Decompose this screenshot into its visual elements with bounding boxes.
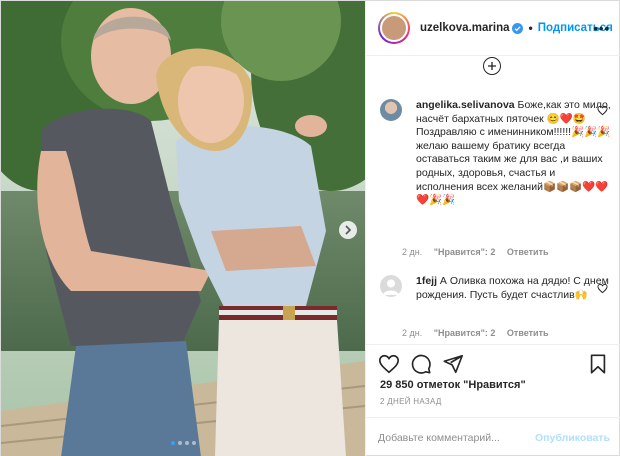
separator: • xyxy=(528,21,533,35)
comment-icon[interactable] xyxy=(410,353,432,375)
carousel-dot xyxy=(184,441,189,445)
avatar[interactable] xyxy=(380,275,402,297)
comment-username[interactable]: angelika.selivanova xyxy=(416,99,515,111)
carousel-dot xyxy=(170,441,175,445)
instagram-post: uzelkova.marina • Подписаться ••• angeli… xyxy=(0,0,620,456)
bookmark-icon[interactable] xyxy=(587,353,609,375)
comment-text-block: 1fejj А Оливка похожа на дядю! С днем ро… xyxy=(416,275,612,302)
verified-icon xyxy=(512,22,524,34)
comment-text-block: angelika.selivanova Боже,как это мило, н… xyxy=(416,99,612,208)
chevron-right-icon xyxy=(345,225,352,235)
comment-text: А Оливка похожа на дядю! С днем рождения… xyxy=(416,275,609,301)
plus-icon xyxy=(488,62,496,70)
comment-time: 2 дн. xyxy=(402,247,423,257)
heart-icon[interactable] xyxy=(378,353,400,375)
post-header: uzelkova.marina • Подписаться ••• xyxy=(366,1,620,56)
reply-button[interactable]: Ответить xyxy=(507,247,549,257)
avatar[interactable] xyxy=(380,99,402,121)
comment-likes[interactable]: "Нравится": 2 xyxy=(434,247,496,257)
comment-username[interactable]: 1fejj xyxy=(416,275,437,287)
heart-icon[interactable] xyxy=(597,283,608,294)
divider xyxy=(366,344,620,345)
carousel-indicator xyxy=(1,441,365,445)
post-side-panel: uzelkova.marina • Подписаться ••• angeli… xyxy=(365,1,620,456)
next-slide-button[interactable] xyxy=(339,221,357,239)
heart-icon[interactable] xyxy=(597,105,608,116)
reply-button[interactable]: Ответить xyxy=(507,328,549,338)
share-icon[interactable] xyxy=(442,353,464,375)
photo-illustration xyxy=(1,1,365,456)
comment-time: 2 дн. xyxy=(402,328,423,338)
comment-meta: 2 дн. "Нравится": 2 Ответить xyxy=(402,247,558,257)
avatar[interactable] xyxy=(378,12,410,44)
load-more-comments-button[interactable] xyxy=(483,57,501,75)
comment-likes[interactable]: "Нравится": 2 xyxy=(434,328,496,338)
post-date: 2 ДНЕЙ НАЗАД xyxy=(380,397,442,406)
comment-item: angelika.selivanova Боже,как это мило, н… xyxy=(380,99,616,239)
default-avatar-icon xyxy=(383,279,399,295)
comment-input[interactable] xyxy=(378,429,536,447)
comment-bar: Опубликовать xyxy=(366,417,620,456)
carousel-dot xyxy=(191,441,196,445)
author-username[interactable]: uzelkova.marina xyxy=(420,22,509,34)
comment-text: Боже,как это мило, насчёт бархатных пято… xyxy=(416,99,611,207)
comment-meta: 2 дн. "Нравится": 2 Ответить xyxy=(402,328,558,338)
likes-count[interactable]: 29 850 отметок "Нравится" xyxy=(380,379,526,391)
comment-item: 1fejj А Оливка похожа на дядю! С днем ро… xyxy=(380,275,616,325)
post-photo[interactable] xyxy=(1,1,365,456)
publish-button[interactable]: Опубликовать xyxy=(535,432,610,444)
carousel-dot xyxy=(177,441,182,445)
more-options-button[interactable]: ••• xyxy=(593,21,610,36)
